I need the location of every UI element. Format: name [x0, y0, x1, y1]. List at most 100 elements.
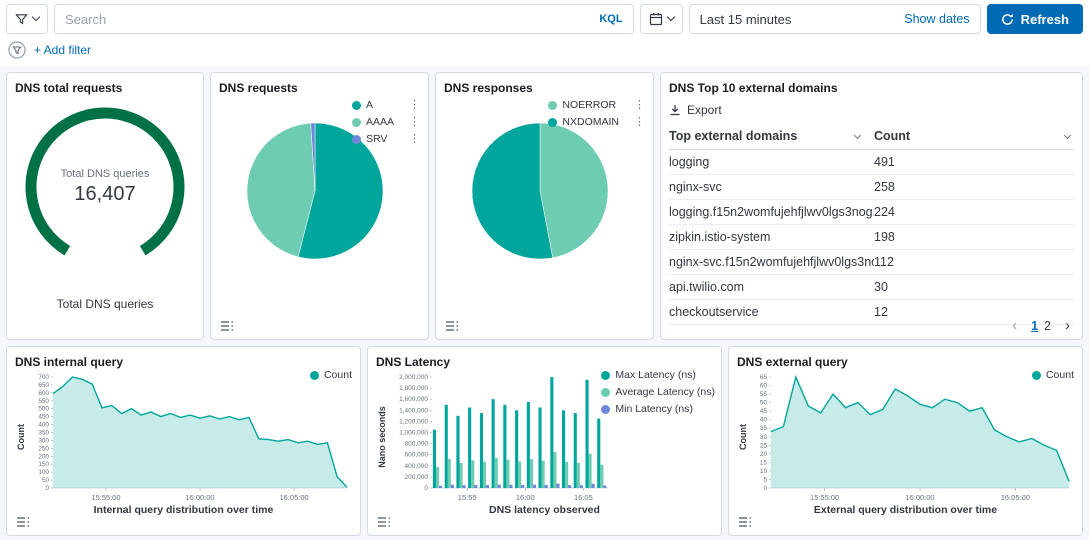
query-bar: KQL Last 15 minutes Show dates Refresh — [0, 0, 1089, 36]
legend-dot-icon — [352, 135, 361, 144]
previous-page-button[interactable]: ‹ — [1010, 317, 1019, 334]
time-range-label[interactable]: Last 15 minutes — [700, 12, 792, 27]
legend-label: Max Latency (ns) — [615, 369, 696, 381]
legend-item-Min Latency (ns)[interactable]: Min Latency (ns) — [601, 403, 715, 415]
saved-query-icon — [15, 13, 28, 26]
svg-text:100: 100 — [38, 469, 49, 476]
svg-text:1,800,000: 1,800,000 — [399, 385, 428, 392]
time-range-control[interactable]: Last 15 minutes Show dates — [689, 4, 981, 34]
panel-title: DNS total requests — [15, 81, 195, 95]
svg-text:45: 45 — [760, 408, 768, 415]
legend-menu-icon[interactable]: ⋮ — [624, 100, 645, 111]
cell-domain: nginx-svc — [669, 180, 874, 194]
panel-dns-responses: DNS responses NOERROR⋮ NXDOMAIN ⋮ — [435, 72, 654, 340]
date-picker-button[interactable] — [640, 4, 683, 34]
legend-item-NOERROR[interactable]: NOERROR⋮ — [548, 99, 645, 111]
column-header-label: Top external domains — [669, 129, 797, 143]
svg-text:16:00:00: 16:00:00 — [185, 493, 214, 502]
dashboard-bottom-row: DNS internal query Count Count 050100150… — [6, 346, 1083, 536]
add-filter-link[interactable]: + Add filter — [34, 43, 91, 57]
page-button-1[interactable]: 1 — [1028, 318, 1041, 334]
page-numbers: 12 — [1028, 318, 1054, 334]
table-row: nginx-svc258 — [669, 175, 1074, 200]
svg-text:400,000: 400,000 — [405, 463, 429, 470]
svg-text:0: 0 — [763, 485, 767, 492]
column-header-count[interactable]: Count — [874, 129, 1074, 143]
legend-item-SRV[interactable]: SRV⋮ — [352, 133, 420, 145]
svg-text:150: 150 — [38, 461, 49, 468]
column-header-label: Count — [874, 129, 910, 143]
svg-text:600: 600 — [38, 390, 49, 397]
pie-legend: A⋮ AAAA⋮ SRV⋮ — [352, 99, 420, 145]
legend-label: Count — [1046, 369, 1074, 381]
svg-text:2,000,000: 2,000,000 — [399, 374, 428, 381]
x-axis-title: External query distribution over time — [737, 504, 1074, 516]
sort-chevron-icon — [1064, 131, 1071, 138]
legend-item-Count[interactable]: Count — [1032, 369, 1074, 381]
pie-slice-NOERROR[interactable] — [540, 123, 608, 258]
refresh-button[interactable]: Refresh — [987, 4, 1083, 34]
legend-toggle-button[interactable] — [13, 513, 33, 531]
next-page-button[interactable]: › — [1063, 317, 1072, 334]
svg-text:650: 650 — [38, 382, 49, 389]
legend-item-Max Latency (ns)[interactable]: Max Latency (ns) — [601, 369, 715, 381]
search-input[interactable] — [65, 12, 591, 27]
legend-toggle-button[interactable] — [217, 317, 237, 335]
filter-bar: + Add filter — [0, 36, 1089, 66]
kql-label[interactable]: KQL — [599, 13, 622, 25]
legend-label: Average Latency (ns) — [615, 386, 715, 398]
page-button-2[interactable]: 2 — [1041, 318, 1054, 334]
dashboard-top-row: DNS total requests Total DNS queries 16,… — [6, 72, 1083, 340]
legend-item-Count[interactable]: Count — [310, 369, 352, 381]
svg-text:600,000: 600,000 — [405, 452, 429, 459]
svg-text:65: 65 — [760, 374, 768, 381]
svg-text:400: 400 — [38, 422, 49, 429]
svg-text:16:00: 16:00 — [516, 493, 535, 502]
export-button[interactable]: Export — [669, 103, 1074, 117]
legend-menu-icon[interactable]: ⋮ — [399, 100, 420, 111]
svg-text:16:00:00: 16:00:00 — [905, 493, 934, 502]
cell-count: 198 — [874, 230, 1074, 244]
filter-icon[interactable] — [8, 41, 26, 59]
pagination: ‹ 12 › — [1010, 317, 1072, 334]
legend-menu-icon[interactable]: ⋮ — [399, 117, 420, 128]
legend-toggle-button[interactable] — [735, 513, 755, 531]
chart-body: Count 0510152025303540455055606515:55:00… — [737, 371, 1074, 503]
chart-legend: Max Latency (ns) Average Latency (ns) Min … — [601, 369, 715, 415]
legend-toggle-button[interactable] — [442, 317, 462, 335]
x-axis-title: Internal query distribution over time — [15, 504, 352, 516]
svg-text:1,600,000: 1,600,000 — [399, 396, 428, 403]
panel-title: DNS responses — [444, 81, 645, 95]
legend-dot-icon — [601, 371, 610, 380]
panel-title: DNS internal query — [15, 355, 352, 369]
legend-menu-icon[interactable]: ⋮ — [399, 134, 420, 145]
legend-item-NXDOMAIN[interactable]: NXDOMAIN ⋮ — [548, 116, 645, 128]
internal-query-area-chart: 0501001502002503003504004505005506006507… — [27, 371, 351, 503]
legend-menu-icon[interactable]: ⋮ — [624, 117, 645, 128]
legend-label: NXDOMAIN — [562, 116, 619, 128]
show-dates-link[interactable]: Show dates — [904, 12, 969, 26]
svg-text:550: 550 — [38, 398, 49, 405]
column-header-domains[interactable]: Top external domains — [669, 129, 874, 143]
legend-dot-icon — [310, 371, 319, 380]
svg-text:15:55:00: 15:55:00 — [91, 493, 120, 502]
cell-count: 224 — [874, 205, 1074, 219]
svg-text:250: 250 — [38, 445, 49, 452]
legend-item-A[interactable]: A⋮ — [352, 99, 420, 111]
kibana-header: KQL Last 15 minutes Show dates Refresh +… — [0, 0, 1089, 66]
legend-list-icon — [377, 516, 391, 528]
legend-toggle-button[interactable] — [374, 513, 394, 531]
panel-title: DNS external query — [737, 355, 1074, 369]
saved-query-menu-button[interactable] — [6, 4, 48, 34]
cell-count: 491 — [874, 155, 1074, 169]
panel-dns-top-external-domains: DNS Top 10 external domains Export Top e… — [660, 72, 1083, 340]
legend-label: Min Latency (ns) — [615, 403, 693, 415]
legend-dot-icon — [548, 118, 557, 127]
export-label: Export — [687, 103, 722, 117]
legend-dot-icon — [1032, 371, 1041, 380]
legend-item-AAAA[interactable]: AAAA⋮ — [352, 116, 420, 128]
legend-item-Average Latency (ns)[interactable]: Average Latency (ns) — [601, 386, 715, 398]
svg-text:35: 35 — [760, 425, 768, 432]
svg-text:200: 200 — [38, 453, 49, 460]
cell-domain: zipkin.istio-system — [669, 230, 874, 244]
